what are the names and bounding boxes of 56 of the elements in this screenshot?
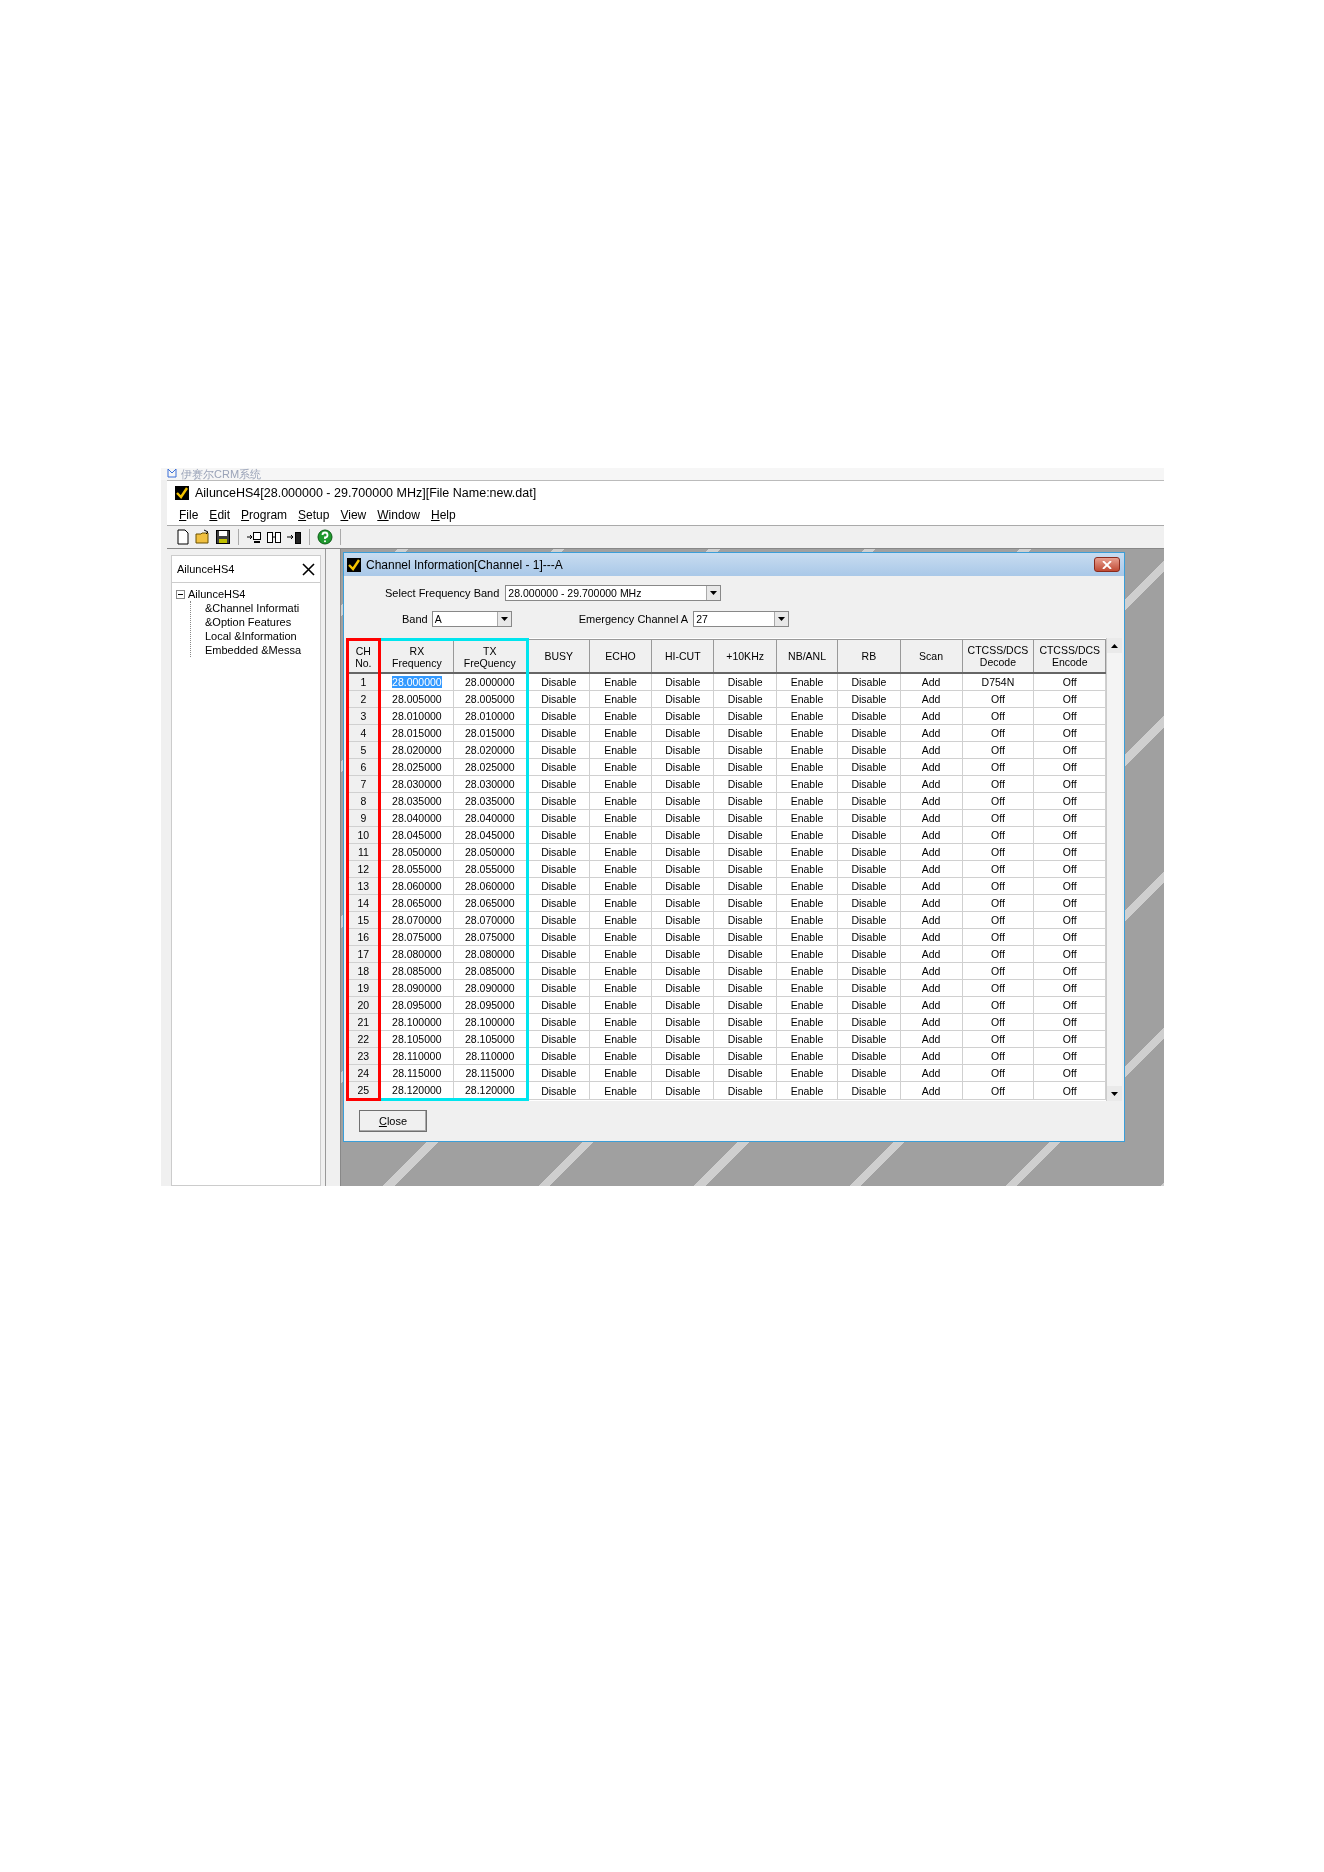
- close-icon: [1102, 560, 1112, 569]
- column-header: CH No.: [347, 639, 380, 673]
- open-folder-icon[interactable]: [195, 529, 211, 545]
- menu-item[interactable]: Help: [426, 508, 463, 522]
- background-window-title: 伊赛尔CRM系统: [181, 468, 262, 480]
- tree-item[interactable]: AilunceHS4: [188, 588, 246, 600]
- frequency-band-dropdown[interactable]: 28.000000 - 29.700000 MHz: [505, 585, 722, 601]
- scroll-up-icon[interactable]: [1111, 643, 1119, 648]
- radio-pair-icon[interactable]: [266, 529, 282, 545]
- tree-item[interactable]: &Option Features: [205, 616, 292, 628]
- close-button[interactable]: [300, 561, 316, 577]
- window-title: AilunceHS4[28.000000 - 29.700000 MHz][File Name:new.dat]: [195, 486, 537, 500]
- dialog-title: Channel Information[Channel - 1]---A: [366, 557, 564, 572]
- new-file-icon[interactable]: [175, 529, 191, 545]
- column-header: +10KHz: [713, 639, 777, 673]
- window-icon: [167, 468, 177, 478]
- column-header: RB: [837, 639, 901, 673]
- caret-icon: [778, 617, 786, 621]
- app-icon: [175, 486, 189, 500]
- band-dropdown[interactable]: A: [431, 611, 512, 627]
- menu-item[interactable]: Window: [373, 508, 427, 522]
- sidebar-title: AilunceHS4: [177, 563, 235, 575]
- tree-item[interactable]: Embedded &Messa: [205, 644, 301, 656]
- write-radio-icon[interactable]: [286, 529, 302, 545]
- menu-item[interactable]: Edit: [205, 508, 238, 522]
- field-label: Select Frequency Band: [385, 587, 500, 599]
- caret-icon: [710, 591, 718, 595]
- column-header: ECHO: [589, 639, 652, 673]
- menu-item[interactable]: Program: [237, 508, 295, 522]
- column-header: NB/ANL: [776, 639, 838, 673]
- close-button[interactable]: Close: [359, 1110, 427, 1132]
- dialog-icon: [347, 557, 361, 572]
- help-icon[interactable]: [317, 529, 333, 545]
- column-header: Scan: [900, 639, 963, 673]
- column-header: CTCSS/DCS Encode: [1033, 639, 1106, 673]
- read-radio-icon[interactable]: [246, 529, 262, 545]
- menu-item[interactable]: View: [336, 508, 374, 522]
- caret-icon: [500, 617, 508, 621]
- emergency-channel-dropdown[interactable]: 27: [693, 611, 790, 627]
- column-header: CTCSS/DCS Decode: [962, 639, 1034, 673]
- menu-item[interactable]: Setup: [294, 508, 337, 522]
- close-icon: [301, 562, 315, 576]
- column-header: HI-CUT: [651, 639, 714, 673]
- column-header: RX Frequency: [379, 639, 454, 673]
- field-label: Band: [402, 613, 428, 625]
- column-header: BUSY: [527, 639, 590, 673]
- close-button[interactable]: [1094, 557, 1120, 572]
- menu-item[interactable]: File: [175, 508, 206, 522]
- collapse-icon[interactable]: [176, 589, 185, 599]
- scrollbar[interactable]: [1106, 638, 1122, 1101]
- tree-item[interactable]: Local &Information: [205, 630, 297, 642]
- save-icon[interactable]: [215, 529, 231, 545]
- field-label: Emergency Channel A: [578, 613, 689, 625]
- scroll-down-icon[interactable]: [1111, 1091, 1119, 1096]
- column-header: TX FreQuency: [453, 639, 528, 673]
- tree-item[interactable]: &Channel Informati: [205, 602, 300, 614]
